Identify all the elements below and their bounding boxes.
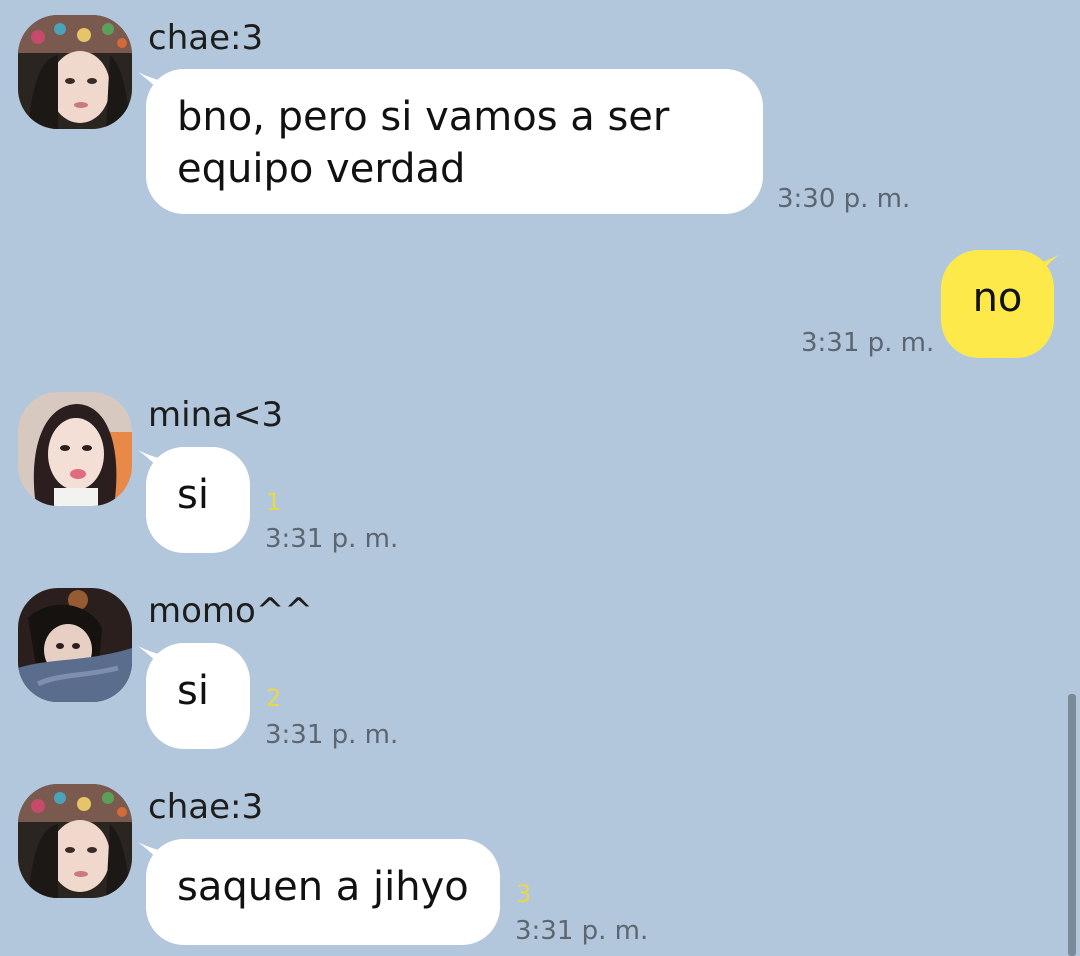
unread-count: 1: [266, 488, 282, 516]
avatar-chae[interactable]: [18, 15, 132, 129]
chat-room[interactable]: chae:3 bno, pero si vamos a ser equipo v…: [0, 0, 1080, 956]
message-bubble[interactable]: si: [146, 643, 250, 749]
sender-name: momo^^: [148, 591, 313, 631]
bubble-tail: [1036, 254, 1060, 278]
unread-count: 3: [516, 880, 532, 908]
timestamp: 3:31 p. m.: [265, 720, 399, 750]
avatar-momo[interactable]: [18, 588, 132, 702]
avatar-chae[interactable]: [18, 784, 132, 898]
sender-name: chae:3: [148, 18, 264, 58]
message-bubble[interactable]: saquen a jihyo: [146, 839, 500, 945]
message-bubble[interactable]: si: [146, 447, 250, 553]
timestamp: 3:31 p. m.: [801, 328, 935, 358]
scrollbar[interactable]: [1068, 694, 1076, 956]
timestamp: 3:31 p. m.: [265, 524, 399, 554]
sender-name: chae:3: [148, 787, 264, 827]
unread-count: 2: [266, 684, 282, 712]
sender-name: mina<3: [148, 395, 284, 435]
timestamp: 3:30 p. m.: [777, 184, 911, 214]
avatar-mina[interactable]: [18, 392, 132, 506]
message-bubble[interactable]: bno, pero si vamos a ser equipo verdad: [146, 69, 763, 214]
timestamp: 3:31 p. m.: [515, 916, 649, 946]
